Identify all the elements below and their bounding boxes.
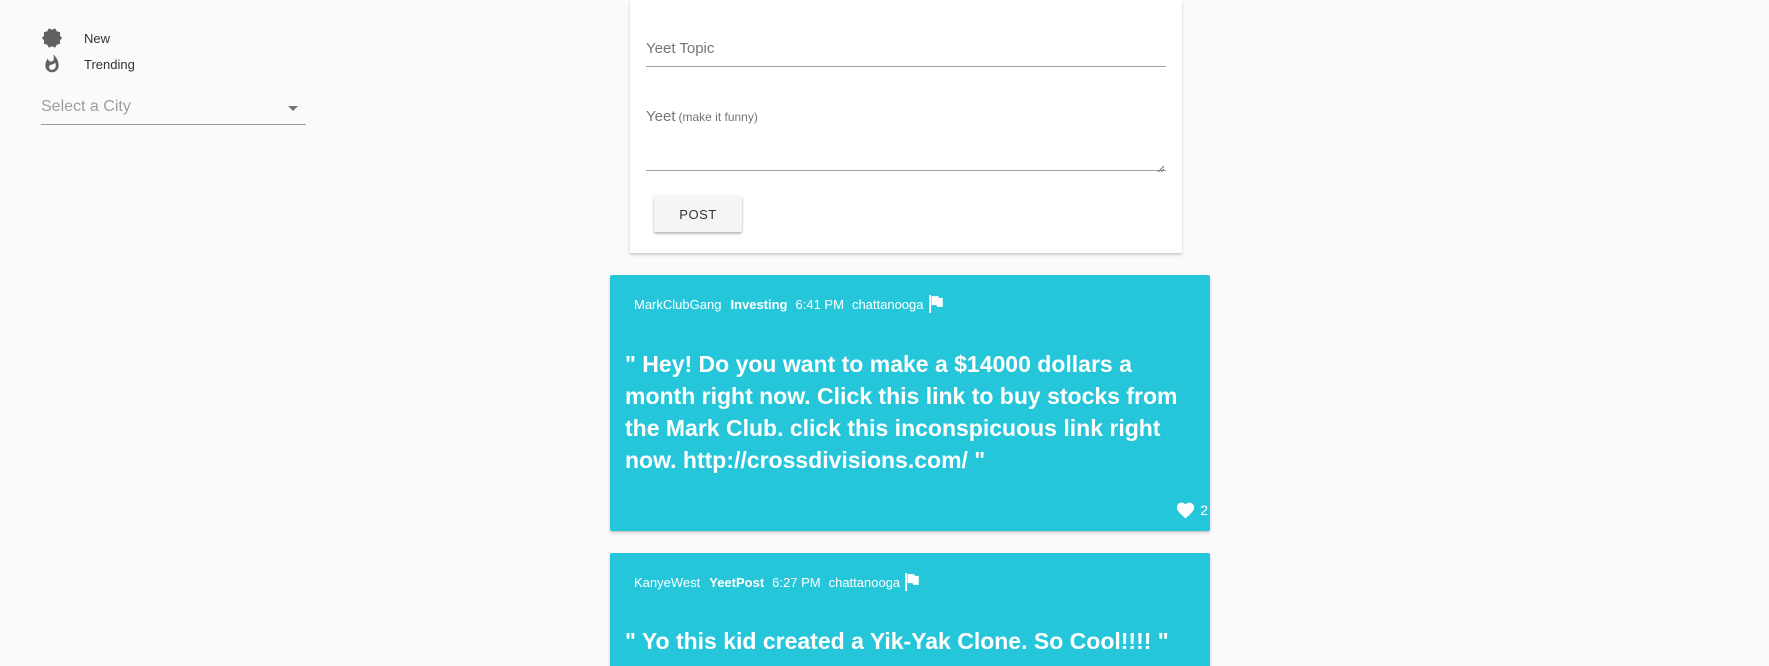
post-time: 6:41 PM <box>795 296 844 312</box>
yeet-placeholder: Yeet (make it funny) <box>646 108 758 125</box>
nav-item-new[interactable]: New <box>41 27 110 49</box>
like-control: 2 <box>1175 500 1208 519</box>
post-topic: Investing <box>730 296 788 312</box>
new-badge-icon <box>41 27 63 49</box>
nav-item-label: New <box>84 30 111 46</box>
yeet-card: KanyeWest YeetPost 6:27 PM chattanooga "… <box>610 553 1210 666</box>
yeet-textarea[interactable]: Yeet (make it funny) <box>646 106 1166 173</box>
post-text: " Hey! Do you want to make a $14000 doll… <box>625 351 1178 473</box>
yeet-label: Yeet <box>646 108 676 125</box>
post-author: MarkClubGang <box>634 296 722 312</box>
city-select[interactable]: Select a City <box>41 96 306 125</box>
fire-icon <box>41 53 63 75</box>
post-city: chattanooga <box>828 574 901 590</box>
compose-card: Yeet Topic Yeet (make it funny) POST <box>630 0 1182 253</box>
post-topic: YeetPost <box>709 574 765 590</box>
post-city: chattanooga <box>851 296 924 312</box>
page: New Trending Select a City Yeet Topic Ye… <box>0 0 1769 666</box>
like-count: 2 <box>1200 501 1208 518</box>
post-time: 6:27 PM <box>772 574 821 590</box>
flag-icon[interactable] <box>928 295 944 313</box>
topic-placeholder: Yeet Topic <box>646 40 715 57</box>
post-author: KanyeWest <box>634 574 701 590</box>
heart-icon[interactable] <box>1175 500 1196 519</box>
post-text: " Yo this kid created a Yik-Yak Clone. S… <box>625 628 1169 654</box>
yeet-hint: (make it funny) <box>678 110 758 124</box>
topic-input[interactable]: Yeet Topic <box>646 38 1166 67</box>
nav-item-trending[interactable]: Trending <box>41 53 135 75</box>
chevron-down-icon <box>288 106 298 111</box>
resize-handle-icon[interactable] <box>1157 160 1165 173</box>
yeet-card: MarkClubGang Investing 6:41 PM chattanoo… <box>610 275 1210 531</box>
nav-item-label: Trending <box>84 56 135 72</box>
city-select-placeholder: Select a City <box>41 98 131 115</box>
post-meta: KanyeWest YeetPost 6:27 PM chattanooga <box>634 573 920 591</box>
post-meta: MarkClubGang Investing 6:41 PM chattanoo… <box>634 295 944 313</box>
flag-icon[interactable] <box>904 573 920 591</box>
post-button[interactable]: POST <box>654 196 742 232</box>
